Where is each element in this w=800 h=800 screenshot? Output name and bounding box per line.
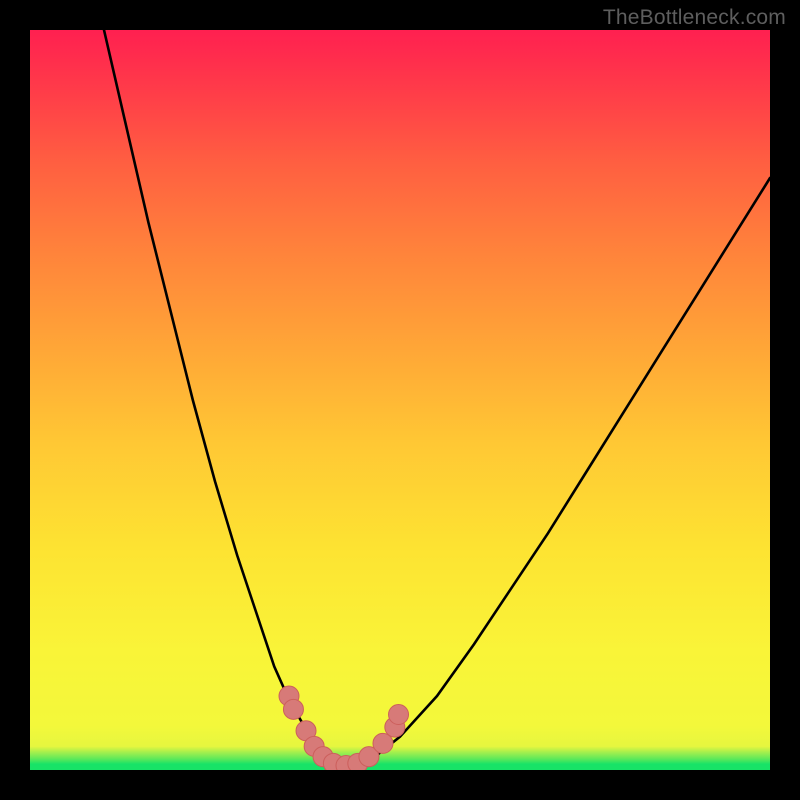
data-marker (283, 699, 303, 719)
data-marker (389, 705, 409, 725)
outer-frame: TheBottleneck.com (0, 0, 800, 800)
chart-svg (30, 30, 770, 770)
bottleneck-curve (104, 30, 770, 766)
watermark-text: TheBottleneck.com (603, 6, 786, 30)
plot-area (30, 30, 770, 770)
data-markers (279, 686, 409, 770)
